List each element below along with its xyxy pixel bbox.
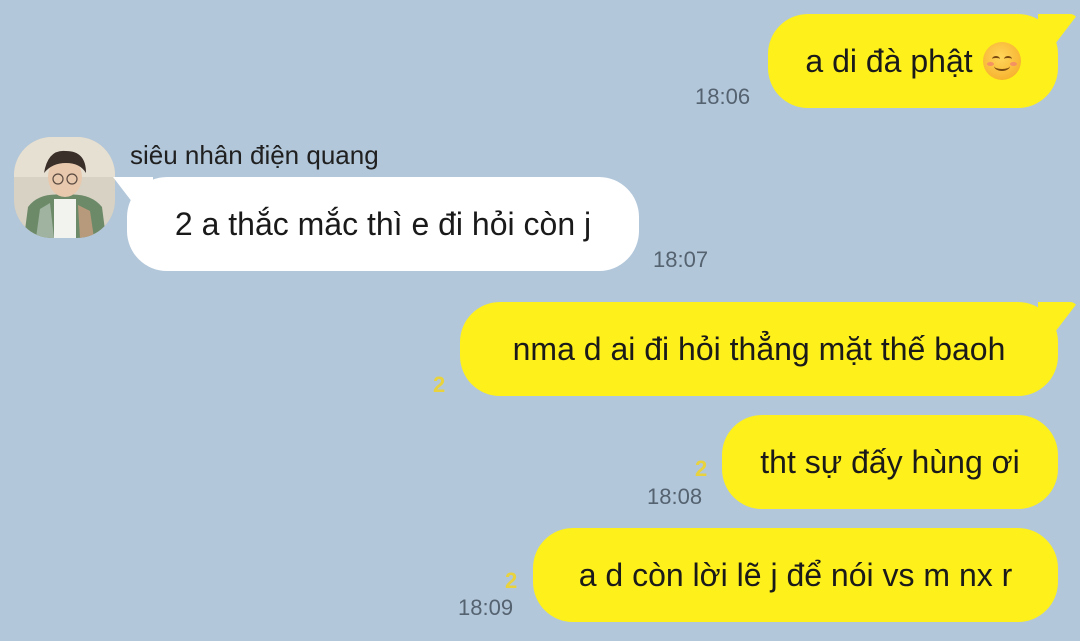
message-text: nma d ai đi hỏi thẳng mặt thế baoh <box>512 330 1006 367</box>
message-bubble-outgoing[interactable]: nma d ai đi hỏi thẳng mặt thế baoh <box>460 302 1058 396</box>
message-timestamp: 18:08 <box>647 484 703 509</box>
message-text: a d còn lời lẽ j để nói vs m nx r <box>578 556 1013 593</box>
sender-name: siêu nhân điện quang <box>130 140 379 170</box>
smiling-face-icon <box>982 42 1021 80</box>
message-timestamp: 18:06 <box>695 84 751 109</box>
unread-count: 2 <box>505 568 518 593</box>
message-text: a di đà phật <box>805 42 973 79</box>
message-text: 2 a thắc mắc thì e đi hỏi còn j <box>174 205 592 242</box>
message-bubble-outgoing[interactable]: tht sự đấy hùng ơi <box>722 415 1058 509</box>
message-text: tht sự đấy hùng ơi <box>760 443 1020 480</box>
message-bubble-incoming[interactable]: 2 a thắc mắc thì e đi hỏi còn j <box>127 177 639 271</box>
unread-count: 2 <box>433 372 446 397</box>
avatar[interactable] <box>14 137 115 238</box>
message-timestamp: 18:09 <box>458 595 514 620</box>
message-timestamp: 18:07 <box>653 247 709 272</box>
avatar-image <box>14 137 115 238</box>
message-bubble-outgoing[interactable]: a di đà phật <box>768 14 1058 108</box>
unread-count: 2 <box>695 456 708 481</box>
message-bubble-outgoing[interactable]: a d còn lời lẽ j để nói vs m nx r <box>533 528 1058 622</box>
